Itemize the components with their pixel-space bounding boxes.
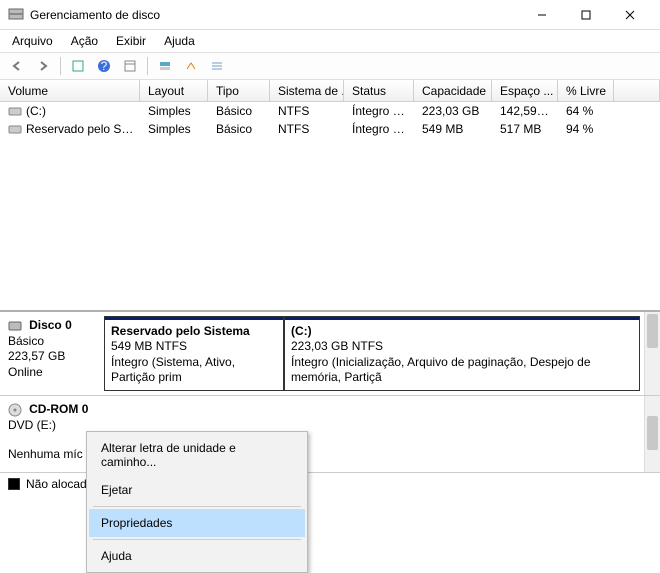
partition-line2: Íntegro (Sistema, Ativo, Partição prim (111, 355, 235, 385)
svg-text:?: ? (101, 59, 108, 73)
table-row[interactable]: Reservado pelo Si... Simples Básico NTFS… (0, 120, 660, 138)
col-livre[interactable]: % Livre (558, 80, 614, 101)
toolbar: ? (0, 52, 660, 80)
cell-tipo: Básico (208, 121, 270, 137)
legend-unallocated-label: Não alocad (26, 477, 87, 491)
volume-table-header: Volume Layout Tipo Sistema de ... Status… (0, 80, 660, 102)
col-tipo[interactable]: Tipo (208, 80, 270, 101)
cell-volume: Reservado pelo Si... (26, 122, 134, 136)
cell-livre: 94 % (558, 121, 614, 137)
cell-tipo: Básico (208, 103, 270, 119)
cdrom-state: Nenhuma míc (8, 447, 83, 461)
titlebar: Gerenciamento de disco (0, 0, 660, 30)
col-espaco[interactable]: Espaço ... (492, 80, 558, 101)
menu-file[interactable]: Arquivo (4, 32, 61, 50)
cdrom-icon (8, 403, 22, 417)
properties-button[interactable] (119, 55, 141, 77)
partition-title: Reservado pelo Sistema (111, 324, 250, 338)
cell-livre: 64 % (558, 103, 614, 119)
table-row[interactable]: (C:) Simples Básico NTFS Íntegro (In... … (0, 102, 660, 120)
back-button[interactable] (6, 55, 28, 77)
col-blank (614, 80, 660, 101)
partition-line2: Íntegro (Inicialização, Arquivo de pagin… (291, 355, 591, 385)
window-title: Gerenciamento de disco (30, 8, 520, 22)
ctx-separator (93, 506, 301, 507)
menu-help[interactable]: Ajuda (156, 32, 203, 50)
legend-unallocated-swatch (8, 478, 20, 490)
minimize-button[interactable] (520, 1, 564, 29)
volume-icon (8, 122, 22, 136)
maximize-button[interactable] (564, 1, 608, 29)
cell-volume: (C:) (26, 104, 46, 118)
partition-reserved[interactable]: Reservado pelo Sistema 549 MB NTFS Ínteg… (104, 316, 284, 391)
disk-partitions: Reservado pelo Sistema 549 MB NTFS Ínteg… (100, 312, 644, 395)
volume-icon (8, 104, 22, 118)
ctx-help[interactable]: Ajuda (89, 542, 305, 570)
disk-size: 223,57 GB (8, 349, 65, 363)
ctx-eject[interactable]: Ejetar (89, 476, 305, 504)
cell-sistema: NTFS (270, 103, 344, 119)
cell-layout: Simples (140, 103, 208, 119)
col-volume[interactable]: Volume (0, 80, 140, 101)
ctx-change-drive-letter[interactable]: Alterar letra de unidade e caminho... (89, 434, 305, 476)
cell-esp: 517 MB (492, 121, 558, 137)
col-status[interactable]: Status (344, 80, 414, 101)
cdrom-type: DVD (E:) (8, 418, 56, 432)
forward-button[interactable] (32, 55, 54, 77)
view-bottom-button[interactable] (180, 55, 202, 77)
partition-c[interactable]: (C:) 223,03 GB NTFS Íntegro (Inicializaç… (284, 316, 640, 391)
disk-scrollbar[interactable] (644, 396, 660, 472)
refresh-button[interactable] (67, 55, 89, 77)
menu-action[interactable]: Ação (63, 32, 106, 50)
disk-icon (8, 319, 22, 333)
cell-status: Íntegro (In... (344, 103, 414, 119)
cell-cap: 549 MB (414, 121, 492, 137)
disk-name: Disco 0 (29, 318, 72, 332)
app-icon (8, 7, 24, 23)
help-button[interactable]: ? (93, 55, 115, 77)
menu-view[interactable]: Exibir (108, 32, 154, 50)
cell-status: Íntegro (Si... (344, 121, 414, 137)
col-layout[interactable]: Layout (140, 80, 208, 101)
cdrom-label: CD-ROM 0 DVD (E:) Nenhuma míc (0, 396, 100, 472)
cell-cap: 223,03 GB (414, 103, 492, 119)
ctx-properties[interactable]: Propriedades (89, 509, 305, 537)
disk-row[interactable]: Disco 0 Básico 223,57 GB Online Reservad… (0, 312, 660, 396)
disk-state: Online (8, 365, 43, 379)
cell-layout: Simples (140, 121, 208, 137)
view-list-button[interactable] (206, 55, 228, 77)
disk-scrollbar[interactable] (644, 312, 660, 395)
partition-line1: 223,03 GB NTFS (291, 339, 383, 353)
view-top-button[interactable] (154, 55, 176, 77)
context-menu: Alterar letra de unidade e caminho... Ej… (86, 431, 308, 573)
disk-label: Disco 0 Básico 223,57 GB Online (0, 312, 100, 395)
cdrom-name: CD-ROM 0 (29, 402, 88, 416)
close-button[interactable] (608, 1, 652, 29)
cell-sistema: NTFS (270, 121, 344, 137)
cell-esp: 142,59 GB (492, 103, 558, 119)
partition-title: (C:) (291, 324, 312, 338)
col-capacidade[interactable]: Capacidade (414, 80, 492, 101)
col-sistema[interactable]: Sistema de ... (270, 80, 344, 101)
menubar: Arquivo Ação Exibir Ajuda (0, 30, 660, 52)
volume-list[interactable]: (C:) Simples Básico NTFS Íntegro (In... … (0, 102, 660, 310)
partition-line1: 549 MB NTFS (111, 339, 187, 353)
disk-type: Básico (8, 334, 44, 348)
